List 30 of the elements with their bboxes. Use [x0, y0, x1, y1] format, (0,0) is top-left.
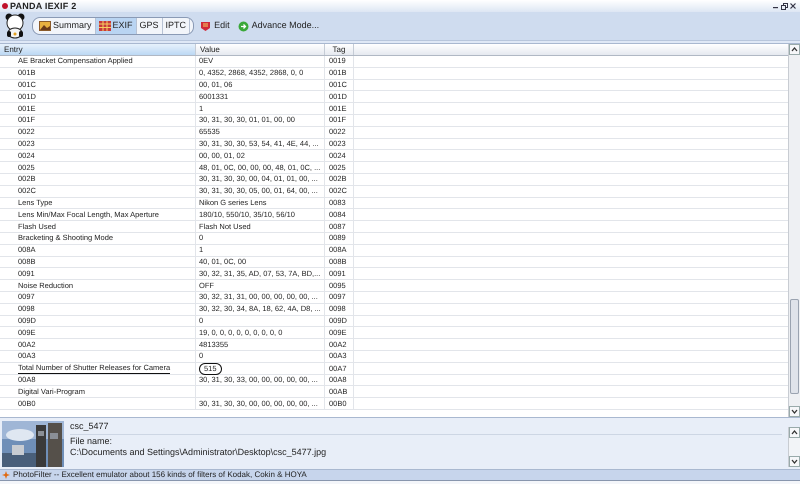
app-dot-icon	[2, 3, 8, 9]
tab[interactable]: EXIF	[96, 18, 137, 34]
column-header[interactable]: Tag	[325, 44, 354, 55]
file-name-label: File name:	[70, 436, 112, 447]
close-icon[interactable]	[790, 3, 796, 9]
panel-scrollbar[interactable]	[788, 427, 800, 467]
column-header[interactable]: Entry	[0, 44, 196, 55]
edit-button[interactable]: Edit	[200, 18, 230, 34]
scroll-up-icon[interactable]	[789, 427, 800, 438]
tab[interactable]: Summary	[36, 18, 96, 34]
arrow-circle-icon	[238, 20, 249, 32]
advance-mode-button[interactable]: Advance Mode...	[238, 18, 320, 34]
file-path: C:\Documents and Settings\Administrator\Desktop\csc_5477.jpg	[70, 447, 326, 458]
star-icon	[2, 471, 10, 479]
panda-icon	[4, 13, 26, 39]
file-title: csc_5477	[70, 421, 109, 432]
scroll-up-icon[interactable]	[789, 44, 800, 55]
column-header[interactable]: Value	[196, 44, 325, 55]
status-text: PhotoFilter -- Excellent emulator about 156 kinds of filters of Kodak, Cokin & HOYA	[13, 471, 307, 479]
ribbon-icon	[200, 20, 212, 32]
restore-icon[interactable]	[781, 2, 788, 10]
window-title: PANDA IEXIF 2	[10, 2, 76, 10]
grid-icon	[98, 21, 111, 31]
scroll-thumb[interactable]	[790, 299, 799, 394]
tab[interactable]: IPTC	[162, 18, 190, 34]
scroll-down-icon[interactable]	[789, 456, 800, 467]
scroll-down-icon[interactable]	[789, 406, 800, 417]
tab[interactable]: GPS	[136, 18, 163, 34]
scrollbar[interactable]	[788, 44, 800, 417]
picture-icon	[39, 21, 51, 31]
